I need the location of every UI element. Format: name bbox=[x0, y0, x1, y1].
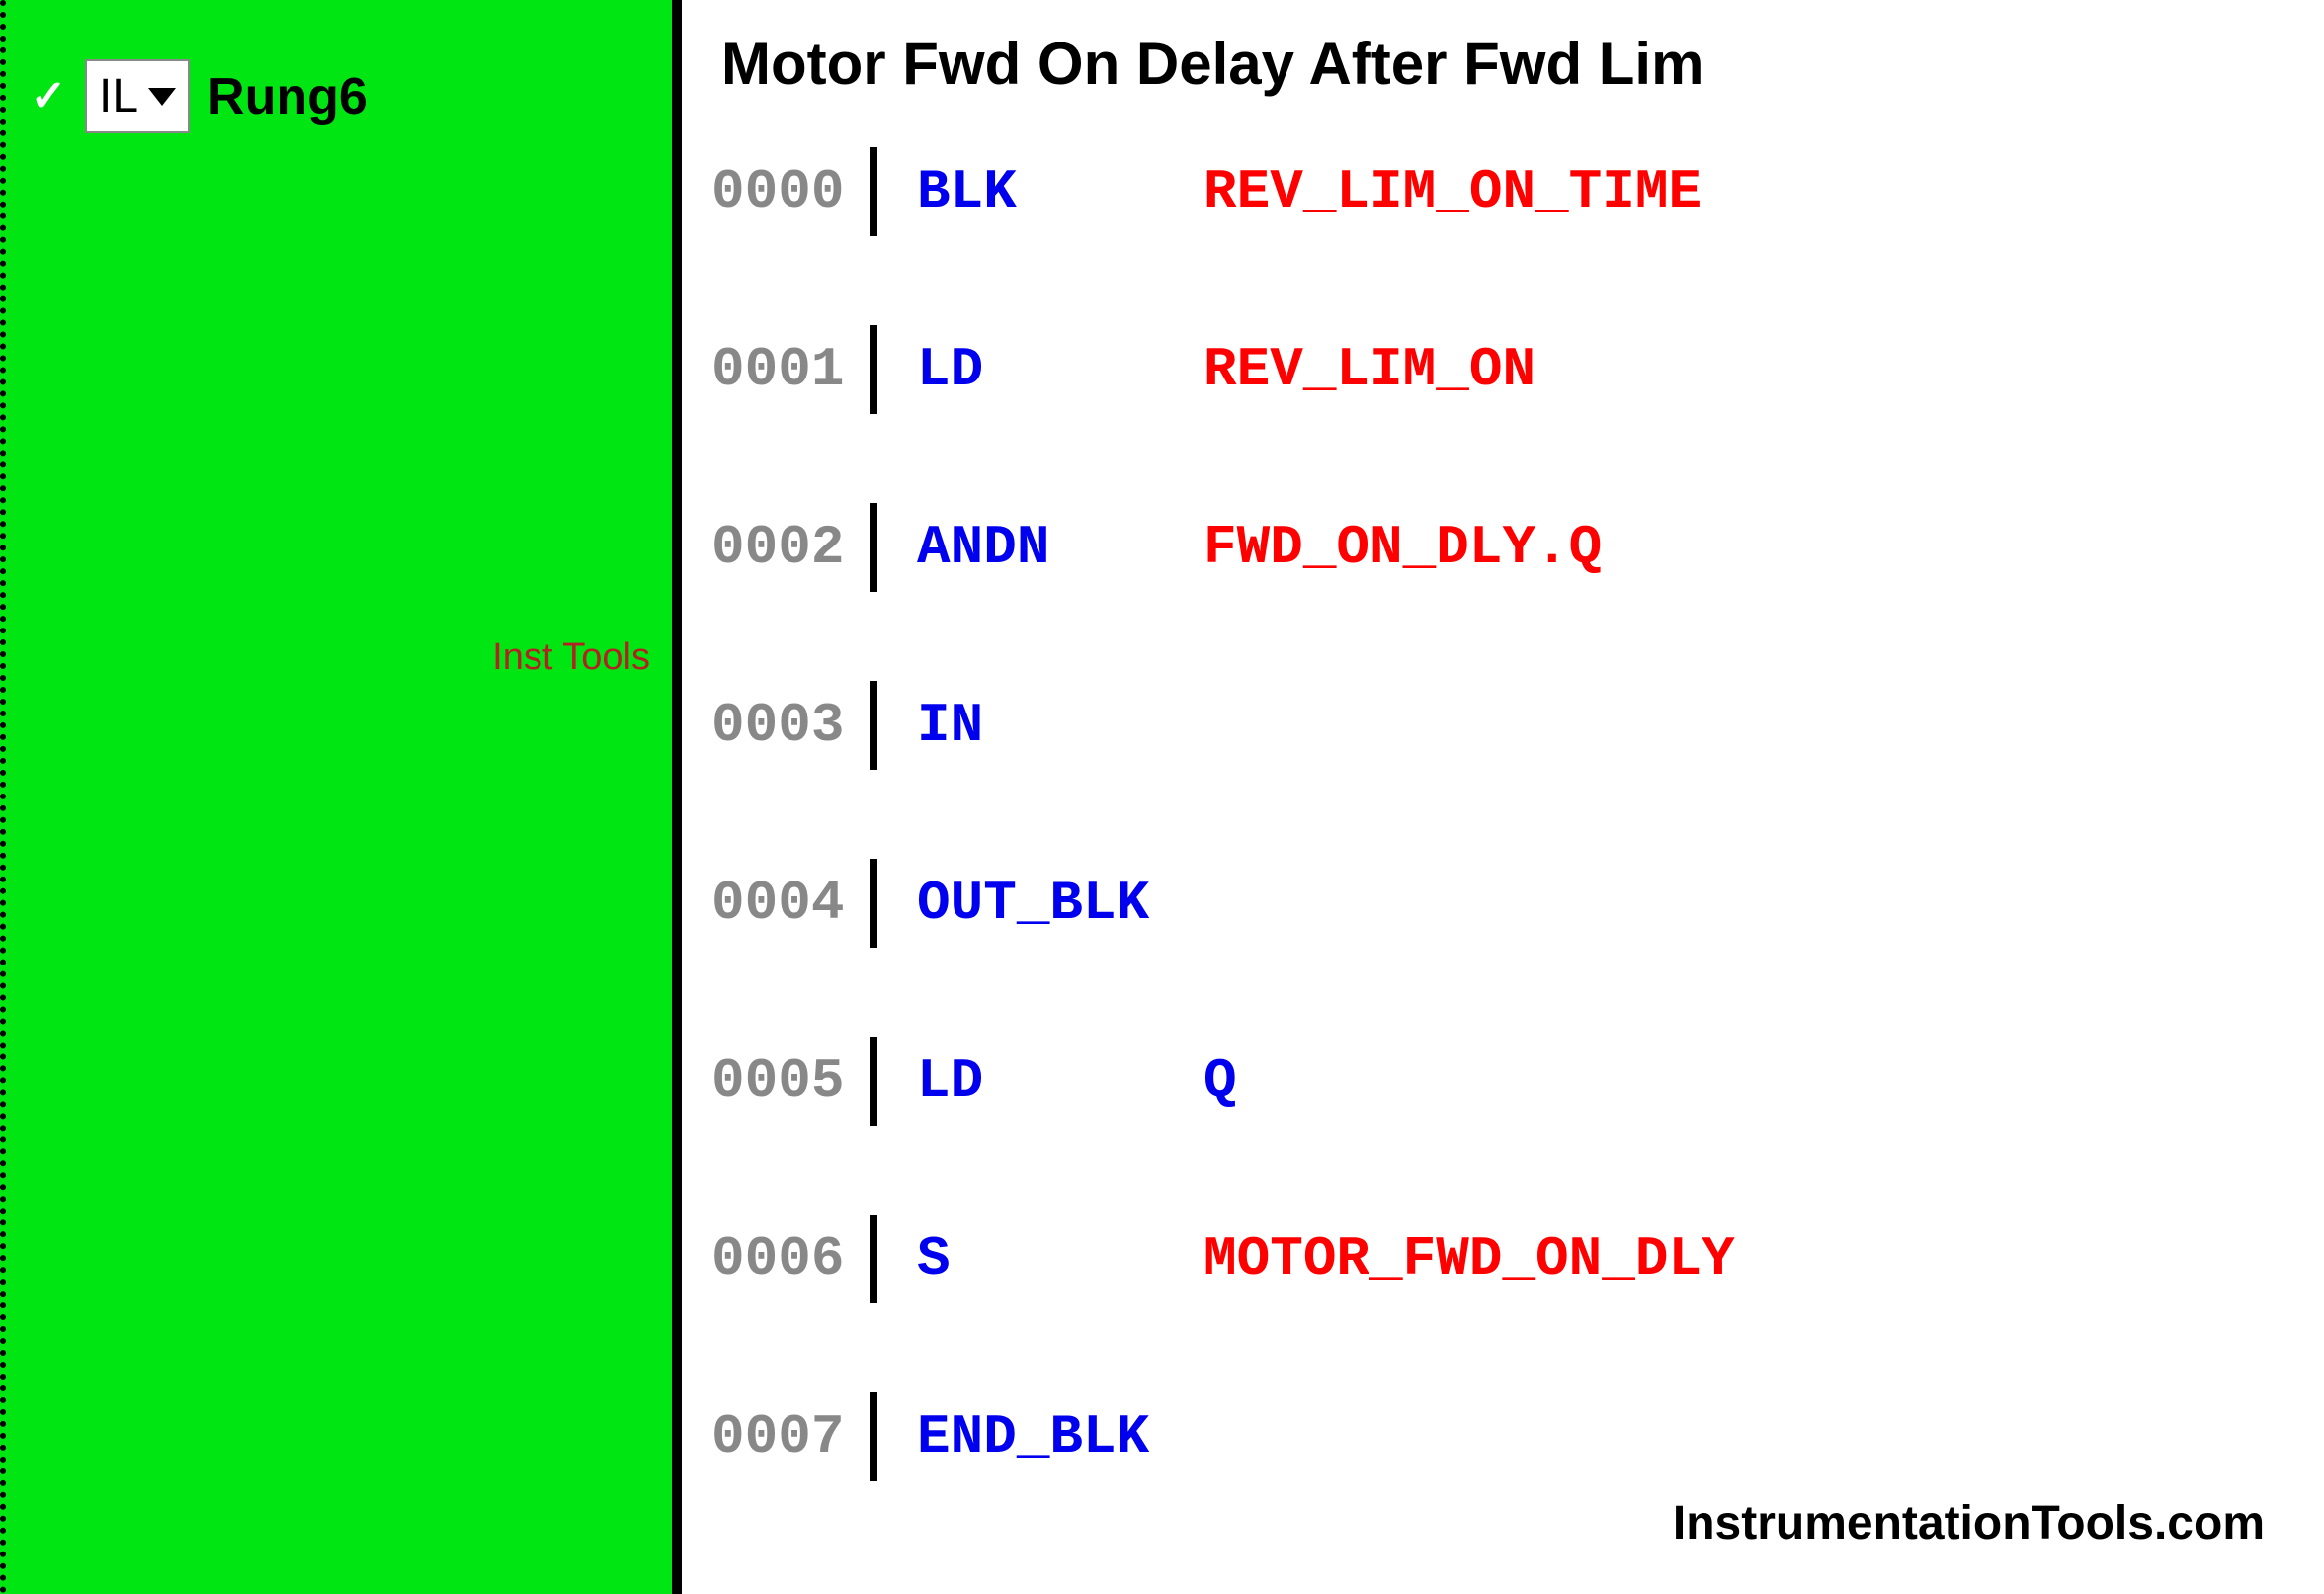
line-number: 0006 bbox=[711, 1227, 870, 1291]
line-number: 0007 bbox=[711, 1405, 870, 1468]
line-bar bbox=[870, 325, 877, 414]
language-label: IL bbox=[99, 69, 138, 124]
code-lines: 0000 BLK REV_LIM_ON_TIME 0001 LD REV_LIM… bbox=[711, 147, 2275, 1481]
chevron-down-icon bbox=[148, 88, 176, 106]
line-number: 0004 bbox=[711, 872, 870, 935]
sidebar-header: ✓ IL Rung6 bbox=[6, 0, 672, 133]
operand: MOTOR_FWD_ON_DLY bbox=[1204, 1227, 1735, 1291]
opcode: OUT_BLK bbox=[917, 872, 1204, 935]
line-number: 0001 bbox=[711, 338, 870, 401]
code-line[interactable]: 0005 LD Q bbox=[711, 1037, 2275, 1126]
opcode: BLK bbox=[917, 160, 1204, 223]
check-icon: ✓ bbox=[24, 72, 73, 122]
opcode: IN bbox=[917, 694, 1204, 757]
line-number: 0003 bbox=[711, 694, 870, 757]
line-bar bbox=[870, 1392, 877, 1481]
code-line[interactable]: 0002 ANDN FWD_ON_DLY.Q bbox=[711, 503, 2275, 592]
line-bar bbox=[870, 503, 877, 592]
footer-credit: InstrumentationTools.com bbox=[1673, 1496, 2265, 1551]
code-line[interactable]: 0003 IN bbox=[711, 681, 2275, 770]
rung-name[interactable]: Rung6 bbox=[208, 67, 368, 126]
opcode: END_BLK bbox=[917, 1405, 1204, 1468]
operand: REV_LIM_ON bbox=[1204, 338, 1536, 401]
rung-comment[interactable]: Motor Fwd On Delay After Fwd Lim bbox=[721, 30, 2275, 98]
code-line[interactable]: 0007 END_BLK bbox=[711, 1392, 2275, 1481]
operand: FWD_ON_DLY.Q bbox=[1204, 516, 1602, 579]
opcode: S bbox=[917, 1227, 1204, 1291]
code-line[interactable]: 0004 OUT_BLK bbox=[711, 859, 2275, 948]
line-bar bbox=[870, 1037, 877, 1126]
line-number: 0002 bbox=[711, 516, 870, 579]
line-bar bbox=[870, 147, 877, 236]
watermark-text: Inst Tools bbox=[492, 636, 650, 679]
code-line[interactable]: 0000 BLK REV_LIM_ON_TIME bbox=[711, 147, 2275, 236]
code-line[interactable]: 0001 LD REV_LIM_ON bbox=[711, 325, 2275, 414]
rung-sidebar: ✓ IL Rung6 Inst Tools bbox=[0, 0, 672, 1594]
opcode: LD bbox=[917, 338, 1204, 401]
language-dropdown[interactable]: IL bbox=[85, 59, 190, 133]
code-area: Motor Fwd On Delay After Fwd Lim 0000 BL… bbox=[672, 0, 2324, 1594]
opcode: ANDN bbox=[917, 516, 1204, 579]
line-bar bbox=[870, 681, 877, 770]
line-bar bbox=[870, 1215, 877, 1303]
opcode: LD bbox=[917, 1049, 1204, 1113]
line-number: 0000 bbox=[711, 160, 870, 223]
operand: Q bbox=[1204, 1049, 1237, 1113]
operand: REV_LIM_ON_TIME bbox=[1204, 160, 1702, 223]
line-bar bbox=[870, 859, 877, 948]
main-container: ✓ IL Rung6 Inst Tools Motor Fwd On Delay… bbox=[0, 0, 2324, 1594]
code-line[interactable]: 0006 S MOTOR_FWD_ON_DLY bbox=[711, 1215, 2275, 1303]
line-number: 0005 bbox=[711, 1049, 870, 1113]
